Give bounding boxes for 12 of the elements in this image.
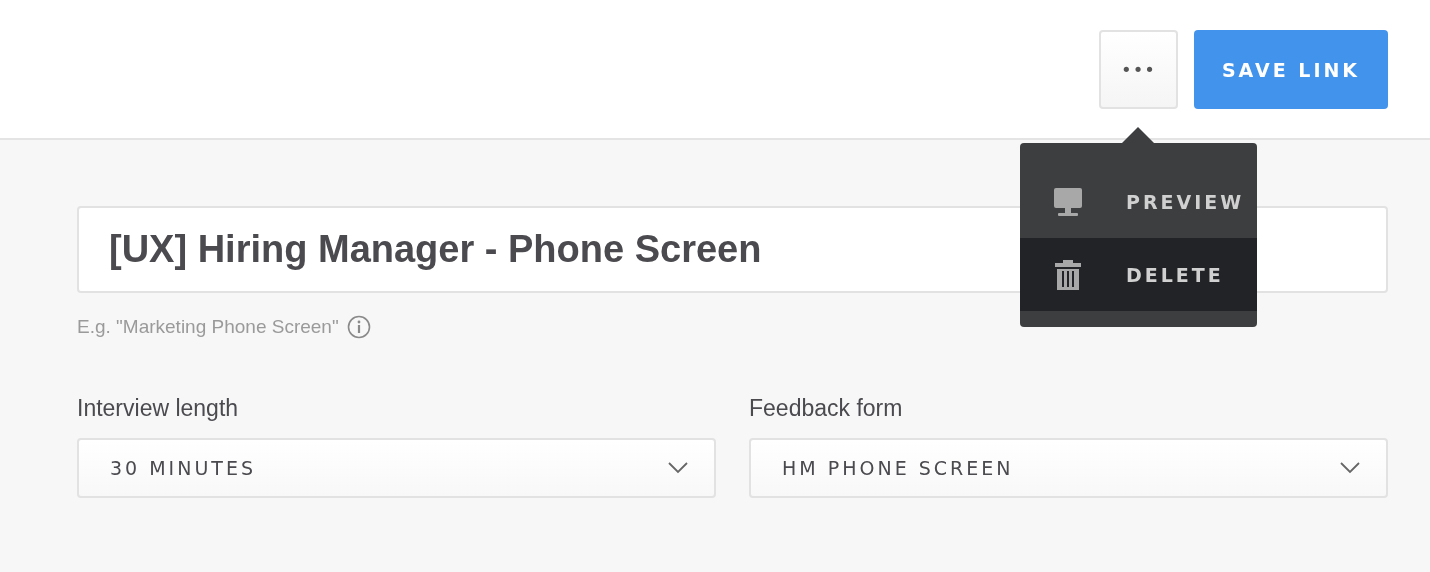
- dropdown[interactable]: HM PHONE SCREEN: [749, 438, 1388, 498]
- field-hint: E.g. "Marketing Phone Screen": [77, 316, 339, 338]
- monitor-icon: [1053, 186, 1083, 217]
- more-button[interactable]: •••: [1099, 30, 1178, 109]
- chevron-down-icon: [1340, 462, 1360, 474]
- field-label: Interview length: [77, 395, 239, 422]
- menu-item[interactable]: DELETE: [1020, 238, 1257, 311]
- info-icon[interactable]: [346, 315, 371, 339]
- chevron-down-icon: [668, 462, 688, 474]
- trash-icon: [1053, 259, 1083, 290]
- field-label: Feedback form: [749, 395, 903, 422]
- dropdown[interactable]: 30 MINUTES: [77, 438, 716, 498]
